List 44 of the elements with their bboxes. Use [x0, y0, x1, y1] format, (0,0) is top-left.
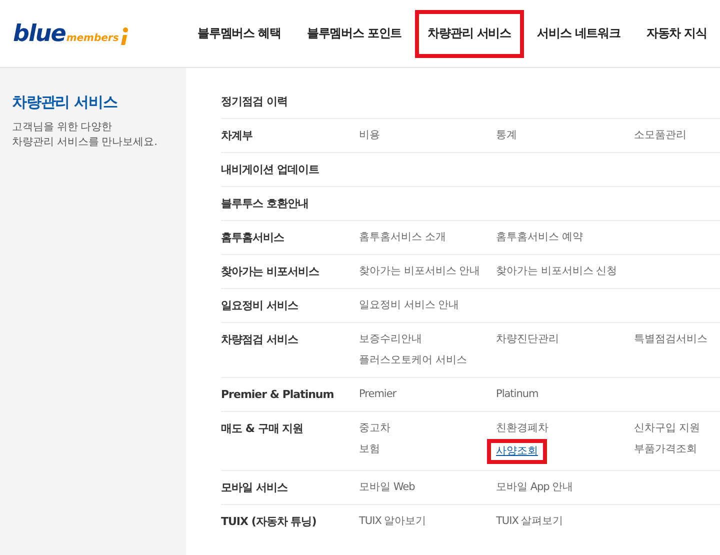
submenu-link[interactable]: 비용 [359, 125, 380, 146]
menu-link[interactable]: TUIX (자동차 튜닝) [221, 511, 359, 532]
submenu-link[interactable]: 차량진단관리 [496, 329, 559, 350]
submenu-link[interactable]: TUIX 살펴보기 [496, 511, 564, 532]
nav-tab[interactable]: 블루멤버스 혜택 [193, 10, 294, 58]
submenu-link[interactable]: 사양조회 [487, 439, 547, 464]
menu-link[interactable]: 차계부 [221, 125, 359, 146]
submenu-link[interactable]: 소모품관리 [634, 125, 686, 146]
submenu-link[interactable]: Platinum [496, 384, 538, 405]
menu-link[interactable]: 내비게이션 업데이트 [221, 159, 359, 180]
section-title: 차량관리 서비스 [12, 93, 118, 111]
menu-link[interactable]: 매도 & 구매 지원 [221, 418, 359, 464]
submenu-link[interactable]: TUIX 알아보기 [359, 511, 426, 532]
submenu-link[interactable]: Premier [359, 384, 396, 405]
submenu-link[interactable]: 보험 [359, 439, 380, 460]
nav-tab[interactable]: 서비스 네트워크 [524, 10, 634, 58]
submenu-link[interactable]: 특별점검서비스 [634, 329, 708, 350]
menu-link[interactable]: 홈투홈서비스 [221, 227, 359, 248]
submenu-link[interactable]: 홈투홈서비스 소개 [359, 227, 446, 248]
submenu-link[interactable]: 중고차 [359, 418, 390, 439]
submenu-link[interactable]: 홈투홈서비스 예약 [496, 227, 583, 248]
menu-link[interactable]: 블루투스 호환안내 [221, 193, 359, 214]
submenu-link[interactable]: 모바일 App 안내 [496, 477, 574, 498]
submenu-link[interactable]: 보증수리안내 [359, 329, 422, 350]
menu-link[interactable]: 정기점검 이력 [221, 91, 359, 112]
nav-tab[interactable]: 차량관리 서비스 [414, 10, 524, 58]
submenu-link[interactable]: 플러스오토케어 서비스 [359, 350, 467, 371]
submenu-link[interactable]: 찾아가는 비포서비스 신청 [496, 261, 618, 282]
menu-link[interactable]: 모바일 서비스 [221, 477, 359, 498]
menu-link[interactable]: 일요정비 서비스 [221, 295, 359, 316]
submenu-link[interactable]: 일요정비 서비스 안내 [359, 295, 460, 316]
submenu-link[interactable]: 신차구입 지원 [634, 418, 700, 439]
menu-link[interactable]: 차량점검 서비스 [221, 329, 359, 371]
submenu-link[interactable]: 부품가격조회 [634, 439, 697, 460]
submenu-link[interactable]: 통계 [496, 125, 517, 146]
logo[interactable]: bluemembers [13, 22, 128, 44]
submenu-link[interactable]: 친환경폐차 [496, 418, 548, 439]
section-description: 고객님을 위한 다양한 차량관리 서비스를 만나보세요. [12, 120, 158, 150]
menu-link[interactable]: 찾아가는 비포서비스 [221, 261, 359, 282]
nav-tab[interactable]: 자동차 지식 [633, 10, 720, 58]
nav-tab[interactable]: 블루멤버스 포인트 [294, 10, 415, 58]
submenu-link[interactable]: 모바일 Web [359, 477, 415, 498]
submenu-link[interactable]: 찾아가는 비포서비스 안내 [359, 261, 480, 282]
menu-link[interactable]: Premier & Platinum [221, 384, 359, 405]
